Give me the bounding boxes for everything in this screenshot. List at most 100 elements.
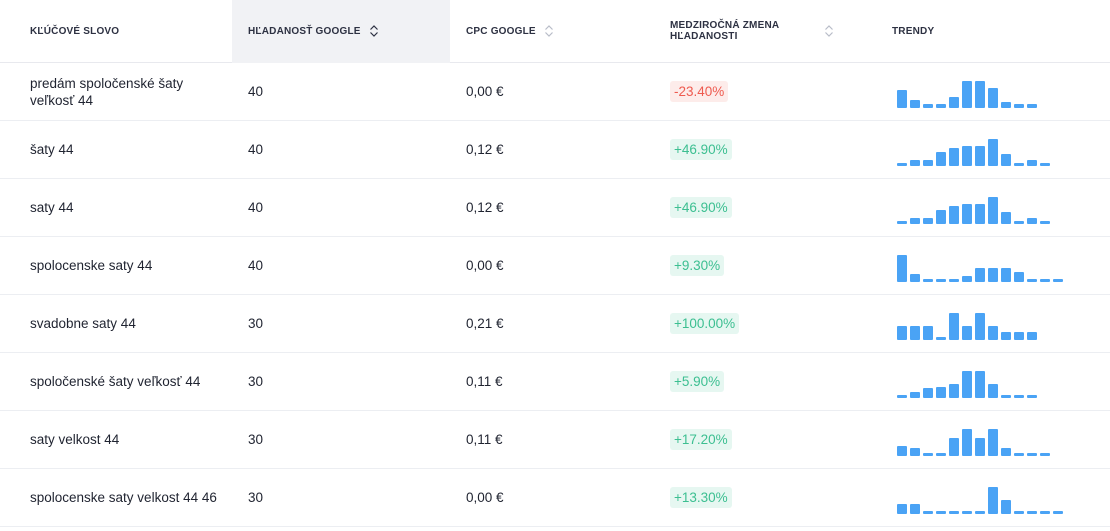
yoy-cell: -23.40% (654, 81, 872, 102)
keyword-text: svadobne saty 44 (30, 316, 136, 331)
trend-bar (923, 103, 933, 108)
trend-sparkline (892, 76, 1037, 108)
trend-bar (923, 325, 933, 340)
sort-chevrons-icon[interactable] (544, 24, 554, 38)
trend-cell (872, 482, 1110, 514)
yoy-cell: +5.90% (654, 371, 872, 392)
keyword-text: predám spoločenské šaty veľkosť 44 (30, 75, 184, 108)
trend-bar (923, 452, 933, 456)
trend-bar (1027, 331, 1037, 340)
keyword-cell[interactable]: saty 44 (0, 199, 232, 216)
table-row[interactable]: spolocenske saty velkost 44 46 30 0,00 € +1… (0, 469, 1110, 527)
trend-cell (872, 250, 1110, 282)
keyword-table: KĽÚČOVÉ SLOVO HĽADANOSŤ GOOGLE CPC GOOGL… (0, 0, 1110, 527)
trend-bar (962, 203, 972, 224)
trend-bar (923, 159, 933, 166)
trend-sparkline (892, 192, 1050, 224)
table-header: KĽÚČOVÉ SLOVO HĽADANOSŤ GOOGLE CPC GOOGL… (0, 0, 1110, 63)
trend-bar (1040, 510, 1050, 514)
table-row[interactable]: spolocenske saty 44 40 0,00 € +9.30% (0, 237, 1110, 295)
yoy-badge: +9.30% (670, 255, 725, 276)
keyword-cell[interactable]: spolocenske saty 44 (0, 257, 232, 274)
trend-bar (936, 103, 946, 108)
trend-bar (962, 80, 972, 108)
trend-bar (962, 325, 972, 340)
trend-bar (962, 510, 972, 514)
volume-value: 30 (248, 490, 264, 505)
trend-bar (1001, 101, 1011, 108)
keyword-cell[interactable]: spoločenské šaty veľkosť 44 (0, 373, 232, 390)
trend-bar (1014, 103, 1024, 108)
trend-bar (897, 325, 907, 340)
keyword-cell[interactable]: spolocenske saty velkost 44 46 (0, 489, 232, 506)
trend-bar (962, 428, 972, 456)
trend-bar (988, 325, 998, 340)
table-row[interactable]: predám spoločenské šaty veľkosť 44 40 0,00… (0, 63, 1110, 121)
trend-bar (1014, 331, 1024, 340)
yoy-badge: +13.30% (670, 487, 732, 508)
trend-bar (1001, 394, 1011, 398)
table-row[interactable]: svadobne saty 44 30 0,21 € +100.00% (0, 295, 1110, 353)
trend-bar (949, 205, 959, 224)
trend-bar (949, 147, 959, 166)
table-row[interactable]: saty 44 40 0,12 € +46.90% (0, 179, 1110, 237)
trend-bar (1027, 159, 1037, 166)
trend-bar (923, 278, 933, 282)
header-keyword[interactable]: KĽÚČOVÉ SLOVO (0, 0, 232, 63)
trend-bar (988, 138, 998, 166)
table-body: predám spoločenské šaty veľkosť 44 40 0,00… (0, 63, 1110, 527)
sort-chevrons-icon[interactable] (824, 24, 834, 38)
cpc-value: 0,12 € (466, 200, 504, 215)
keyword-text: spolocenske saty 44 (30, 258, 153, 273)
yoy-cell: +46.90% (654, 197, 872, 218)
trend-bar (975, 80, 985, 108)
trend-bar (962, 370, 972, 398)
header-cpc[interactable]: CPC GOOGLE (450, 0, 654, 63)
header-volume[interactable]: HĽADANOSŤ GOOGLE (232, 0, 450, 63)
cpc-value: 0,12 € (466, 142, 504, 157)
volume-cell: 40 (232, 84, 450, 99)
trend-bar (975, 267, 985, 282)
yoy-cell: +100.00% (654, 313, 872, 334)
trend-bar (1027, 217, 1037, 224)
keyword-cell[interactable]: šaty 44 (0, 141, 232, 158)
trend-bar (1001, 447, 1011, 456)
trend-bar (1040, 162, 1050, 166)
yoy-badge: +5.90% (670, 371, 725, 392)
trend-sparkline (892, 308, 1037, 340)
keyword-cell[interactable]: saty velkost 44 (0, 431, 232, 448)
header-yoy-label: MEDZIROČNÁ ZMENA HĽADANOSTI (670, 20, 779, 42)
trend-bar (923, 510, 933, 514)
yoy-badge: -23.40% (670, 81, 729, 102)
cpc-cell: 0,11 € (450, 374, 654, 389)
yoy-cell: +9.30% (654, 255, 872, 276)
trend-bar (1040, 278, 1050, 282)
table-row[interactable]: spoločenské šaty veľkosť 44 30 0,11 € +5.90… (0, 353, 1110, 411)
trend-bar (975, 510, 985, 514)
keyword-cell[interactable]: predám spoločenské šaty veľkosť 44 (0, 75, 232, 109)
cpc-cell: 0,12 € (450, 142, 654, 157)
trend-sparkline (892, 424, 1050, 456)
trend-bar (936, 386, 946, 398)
trend-bar (910, 503, 920, 514)
sort-chevrons-icon[interactable] (369, 24, 379, 38)
trend-bar (975, 370, 985, 398)
keyword-text: saty 44 (30, 200, 74, 215)
trend-bar (949, 96, 959, 108)
trend-bar (1001, 331, 1011, 340)
trend-sparkline (892, 366, 1037, 398)
keyword-text: saty velkost 44 (30, 432, 120, 447)
trend-bar (897, 394, 907, 398)
table-row[interactable]: šaty 44 40 0,12 € +46.90% (0, 121, 1110, 179)
header-yoy[interactable]: MEDZIROČNÁ ZMENA HĽADANOSTI (654, 0, 872, 63)
trend-bar (897, 254, 907, 282)
volume-value: 40 (248, 84, 264, 99)
table-row[interactable]: saty velkost 44 30 0,11 € +17.20% (0, 411, 1110, 469)
trend-cell (872, 308, 1110, 340)
trend-bar (910, 391, 920, 398)
keyword-text: spoločenské šaty veľkosť 44 (30, 374, 201, 389)
trend-cell (872, 134, 1110, 166)
trend-bar (936, 452, 946, 456)
volume-cell: 40 (232, 258, 450, 273)
keyword-cell[interactable]: svadobne saty 44 (0, 315, 232, 332)
